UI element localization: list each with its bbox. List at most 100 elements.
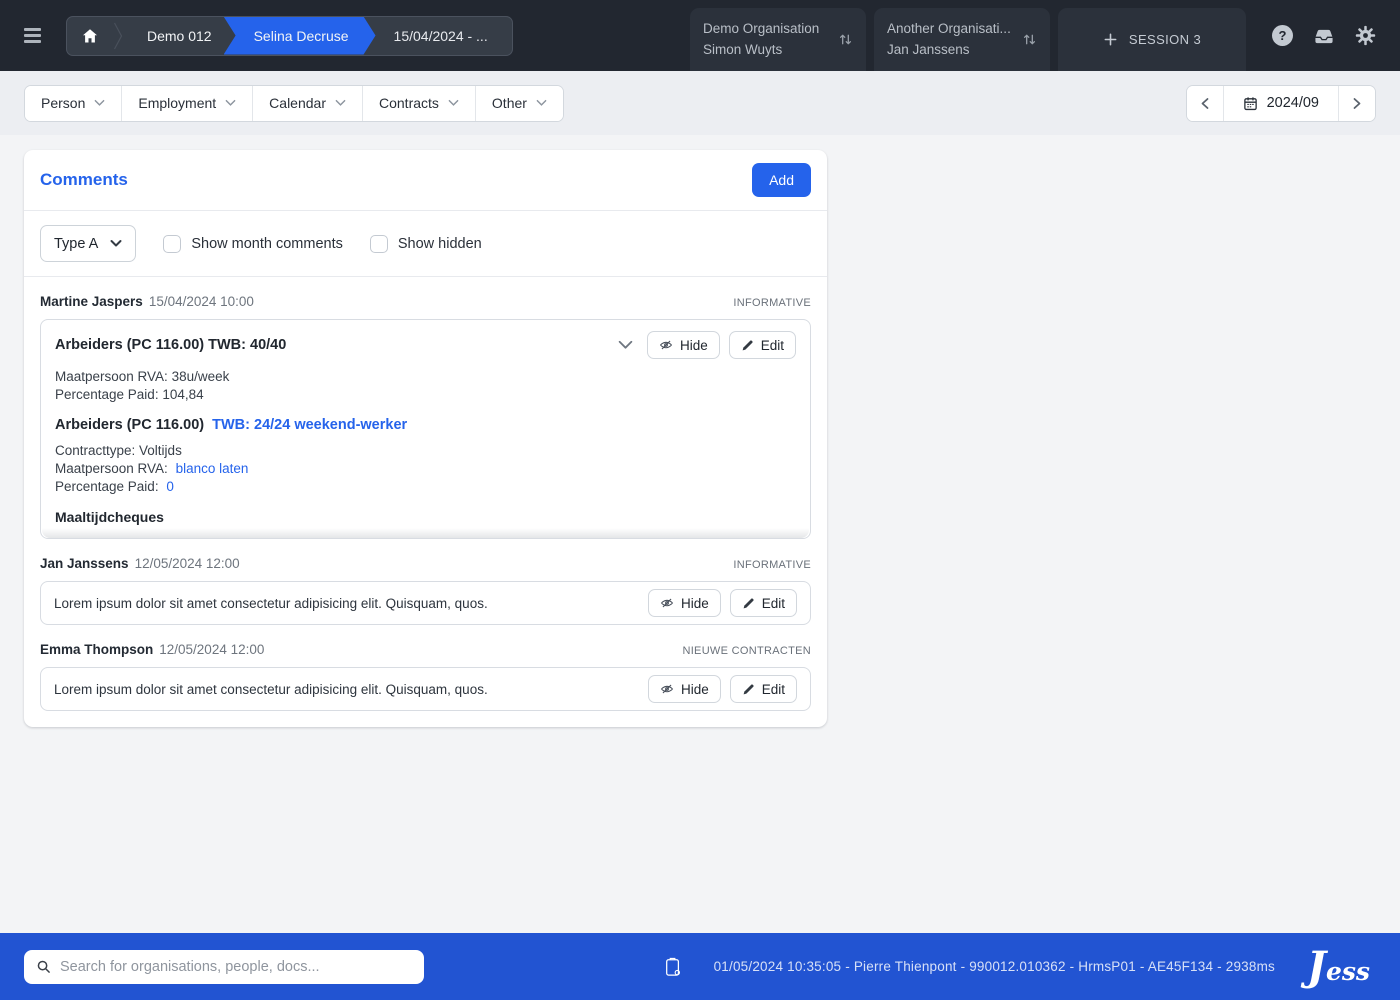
- comment-datetime: 15/04/2024 10:00: [148, 294, 254, 309]
- session-org-name: Another Organisati...: [887, 20, 1011, 36]
- chevron-left-icon: [1199, 97, 1211, 110]
- menu-label: Calendar: [269, 95, 326, 111]
- show-hidden-checkbox[interactable]: [369, 234, 388, 253]
- comment-detail-line: Maatpersoon RVA: blanco laten: [55, 460, 796, 478]
- session-tab-2[interactable]: Another Organisati... Jan Janssens: [874, 8, 1050, 71]
- application-window: Demo 012 Selina Decruse 15/04/2024 - ...…: [0, 0, 1400, 1000]
- chevron-down-icon: [536, 99, 547, 107]
- top-bar: Demo 012 Selina Decruse 15/04/2024 - ...…: [0, 0, 1400, 71]
- blanco-laten-link[interactable]: blanco laten: [176, 461, 249, 476]
- bottom-bar: 01/05/2024 10:35:05 - Pierre Thienpont -…: [0, 933, 1400, 1000]
- comment-text: Lorem ipsum dolor sit amet consectetur a…: [54, 595, 488, 611]
- menu-contracts[interactable]: Contracts: [363, 85, 476, 121]
- comment-type-select[interactable]: Type A: [40, 225, 137, 262]
- home-icon: [82, 28, 98, 44]
- main-content: Comments Add Type A Show month comments …: [0, 135, 1400, 933]
- filter-toolbar: Person Employment Calendar Contracts Oth…: [0, 71, 1400, 135]
- category-menu-group: Person Employment Calendar Contracts Oth…: [24, 84, 564, 122]
- menu-person[interactable]: Person: [25, 85, 123, 121]
- comment-body: Lorem ipsum dolor sit amet consectetur a…: [40, 667, 811, 711]
- edit-comment-button[interactable]: Edit: [729, 675, 797, 703]
- detail-label: Percentage Paid:: [55, 479, 159, 494]
- session-tabs: Demo Organisation Simon Wuyts Another Or…: [690, 8, 1246, 71]
- contract-subtitle: Arbeiders (PC 116.00) TWB: 24/24 weekend…: [55, 417, 796, 433]
- menu-employment[interactable]: Employment: [122, 85, 254, 121]
- breadcrumb-item-person-active[interactable]: Selina Decruse: [224, 17, 376, 55]
- twb-link[interactable]: TWB: 24/24 weekend-werker: [212, 417, 407, 433]
- global-search: [24, 949, 424, 984]
- hide-label: Hide: [680, 681, 709, 697]
- document-link-icon: [664, 956, 682, 978]
- inbox-button[interactable]: [1313, 25, 1335, 47]
- eye-slash-icon: [660, 682, 674, 696]
- menu-calendar[interactable]: Calendar: [253, 85, 363, 121]
- comment-author: Martine Jaspers: [40, 294, 143, 309]
- hamburger-menu-button[interactable]: [24, 23, 50, 49]
- comment-author: Jan Janssens: [40, 556, 129, 571]
- month-display[interactable]: 2024/09: [1224, 86, 1338, 121]
- inbox-icon: [1313, 25, 1335, 47]
- comment-actions: Hide Edit: [647, 675, 797, 703]
- comment-text: Lorem ipsum dolor sit amet consectetur a…: [54, 681, 488, 697]
- eye-slash-icon: [659, 338, 673, 352]
- percentage-paid-link[interactable]: 0: [166, 479, 174, 494]
- breadcrumb: Demo 012 Selina Decruse 15/04/2024 - ...: [66, 15, 513, 56]
- help-button[interactable]: ?: [1272, 25, 1293, 46]
- new-session-label: SESSION 3: [1128, 32, 1202, 47]
- comment-box-header: Arbeiders (PC 116.00) TWB: 40/40 Hide Ed…: [55, 331, 796, 359]
- pencil-icon: [742, 597, 755, 610]
- checkbox-label: Show hidden: [397, 235, 482, 252]
- comment-category-badge: INFORMATIVE: [733, 297, 811, 309]
- collapse-expander[interactable]: [618, 340, 633, 350]
- pencil-icon: [741, 339, 754, 352]
- new-session-button[interactable]: SESSION 3: [1058, 8, 1246, 71]
- session-person-name: Simon Wuyts: [703, 41, 783, 57]
- menu-other[interactable]: Other: [475, 85, 563, 121]
- comment-header: Jan Janssens 12/05/2024 12:00 INFORMATIV…: [40, 556, 811, 571]
- next-month-button[interactable]: [1338, 85, 1375, 121]
- breadcrumb-home[interactable]: [67, 17, 113, 55]
- breadcrumb-label: Selina Decruse: [253, 27, 349, 44]
- comment-type-value: Type A: [54, 235, 99, 252]
- comments-list: Martine Jaspers 15/04/2024 10:00 INFORMA…: [24, 294, 827, 727]
- session-info-button[interactable]: [664, 956, 682, 978]
- breadcrumb-item-dossier[interactable]: Demo 012: [123, 17, 236, 55]
- add-comment-button[interactable]: Add: [752, 163, 811, 197]
- session-person-name: Jan Janssens: [887, 41, 970, 57]
- swap-vertical-icon: [838, 32, 853, 47]
- session-tab-1[interactable]: Demo Organisation Simon Wuyts: [690, 8, 866, 71]
- hide-comment-button[interactable]: Hide: [647, 589, 721, 617]
- session-org-name: Demo Organisation: [703, 20, 820, 36]
- comments-card-header: Comments Add: [24, 150, 827, 211]
- comment-detail-line: Maatpersoon RVA: 38u/week: [55, 369, 230, 384]
- pencil-icon: [742, 683, 755, 696]
- comment-author: Emma Thompson: [40, 642, 154, 657]
- menu-label: Employment: [138, 95, 217, 111]
- contract-title: Arbeiders (PC 116.00) TWB: 40/40: [55, 337, 287, 353]
- edit-comment-button[interactable]: Edit: [729, 589, 797, 617]
- calendar-icon: [1243, 96, 1258, 111]
- chevron-down-icon: [225, 99, 236, 107]
- edit-comment-button[interactable]: Edit: [728, 331, 796, 359]
- comments-filter-row: Type A Show month comments Show hidden: [24, 211, 827, 277]
- settings-button[interactable]: [1355, 25, 1376, 46]
- hide-label: Hide: [679, 337, 708, 353]
- previous-month-button[interactable]: [1186, 85, 1224, 121]
- comments-card: Comments Add Type A Show month comments …: [24, 150, 827, 727]
- search-input[interactable]: [60, 958, 412, 975]
- hide-comment-button[interactable]: Hide: [647, 675, 721, 703]
- chevron-down-icon: [618, 340, 633, 350]
- gear-icon: [1355, 25, 1376, 46]
- session-status-text: 01/05/2024 10:35:05 - Pierre Thienpont -…: [713, 959, 1275, 974]
- menu-label: Contracts: [379, 95, 439, 111]
- breadcrumb-label: Demo 012: [147, 27, 212, 44]
- breadcrumb-item-date[interactable]: 15/04/2024 - ...: [364, 17, 512, 55]
- swap-vertical-icon: [1022, 32, 1037, 47]
- show-month-comments-checkbox[interactable]: [163, 234, 182, 253]
- hide-comment-button[interactable]: Hide: [646, 331, 720, 359]
- comment-actions: Hide Edit: [618, 331, 796, 359]
- comment-body: Lorem ipsum dolor sit amet consectetur a…: [40, 581, 811, 625]
- show-hidden-option: Show hidden: [369, 234, 482, 253]
- search-icon: [36, 959, 51, 974]
- comment-category-badge: NIEUWE CONTRACTEN: [682, 645, 811, 657]
